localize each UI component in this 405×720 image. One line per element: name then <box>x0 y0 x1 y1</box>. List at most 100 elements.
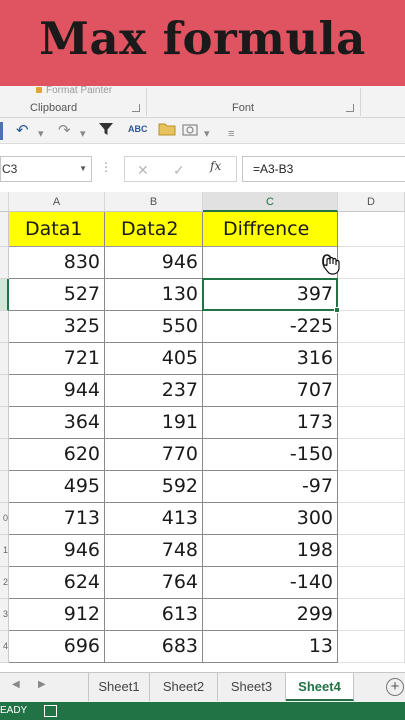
cell-b[interactable]: 613 <box>105 599 203 631</box>
cell-b[interactable]: 946 <box>105 247 203 279</box>
cell-a[interactable]: 527 <box>9 279 105 311</box>
formula-bar-grip-icon[interactable]: ⋮ <box>100 160 112 174</box>
next-sheet-icon[interactable]: ▶ <box>38 679 46 690</box>
enter-icon[interactable]: ✓ <box>173 162 185 179</box>
empty-cell[interactable] <box>338 471 405 503</box>
tab-sheet2[interactable]: Sheet2 <box>150 673 218 701</box>
format-painter-button[interactable]: Format Painter <box>36 85 112 96</box>
row-header[interactable] <box>0 311 9 343</box>
cell-b[interactable]: 405 <box>105 343 203 375</box>
empty-cell[interactable] <box>338 407 405 439</box>
empty-cell[interactable] <box>338 503 405 535</box>
empty-cell[interactable] <box>338 599 405 631</box>
cell-c[interactable]: 299 <box>203 599 338 631</box>
empty-cell[interactable] <box>338 375 405 407</box>
cell-c[interactable]: 173 <box>203 407 338 439</box>
formula-input[interactable]: =A3-B3 <box>242 156 405 182</box>
cell-b[interactable]: 237 <box>105 375 203 407</box>
undo-icon[interactable]: ↶ <box>16 121 29 141</box>
cell-c[interactable]: -150 <box>203 439 338 471</box>
column-header-d[interactable]: D <box>338 192 405 212</box>
cell-b[interactable]: 130 <box>105 279 203 311</box>
empty-cell[interactable] <box>338 567 405 599</box>
header-cell-data2[interactable]: Data2 <box>105 212 203 247</box>
cell-a[interactable]: 624 <box>9 567 105 599</box>
cell-b[interactable]: 764 <box>105 567 203 599</box>
cell-a[interactable]: 944 <box>9 375 105 407</box>
row-header[interactable]: 3 <box>0 599 9 631</box>
cell-c[interactable]: 198 <box>203 535 338 567</box>
cell-c[interactable]: 0 <box>203 247 338 279</box>
cell-a[interactable]: 696 <box>9 631 105 663</box>
cell-c[interactable]: -97 <box>203 471 338 503</box>
name-box[interactable]: C3 ▼ <box>0 156 92 182</box>
row-header[interactable] <box>0 279 9 311</box>
cell-a[interactable]: 620 <box>9 439 105 471</box>
macro-recording-icon[interactable] <box>44 705 57 717</box>
select-all-corner[interactable] <box>0 192 9 212</box>
row-header[interactable]: 4 <box>0 631 9 663</box>
cell-c[interactable]: -140 <box>203 567 338 599</box>
cell-b[interactable]: 413 <box>105 503 203 535</box>
row-header[interactable] <box>0 471 9 503</box>
cell-b[interactable]: 191 <box>105 407 203 439</box>
empty-cell[interactable] <box>338 343 405 375</box>
cell-a[interactable]: 912 <box>9 599 105 631</box>
cell-b[interactable]: 550 <box>105 311 203 343</box>
row-header[interactable] <box>0 439 9 471</box>
filter-icon[interactable] <box>98 121 114 143</box>
empty-cell[interactable] <box>338 535 405 567</box>
row-header[interactable] <box>0 247 9 279</box>
row-header[interactable]: 2 <box>0 567 9 599</box>
empty-cell[interactable] <box>338 247 405 279</box>
tab-sheet4[interactable]: Sheet4 <box>286 673 354 701</box>
cell-a[interactable]: 364 <box>9 407 105 439</box>
open-folder-icon[interactable] <box>158 121 176 143</box>
cell-c[interactable]: 13 <box>203 631 338 663</box>
cell-a[interactable]: 830 <box>9 247 105 279</box>
worksheet-grid[interactable]: A B C D Data1 Data2 Diffrence 830 946 0 … <box>0 192 405 672</box>
row-header[interactable]: 1 <box>0 535 9 567</box>
prev-sheet-icon[interactable]: ◀ <box>12 679 20 690</box>
undo-dropdown-icon[interactable]: ▾ <box>38 124 44 144</box>
header-cell-data1[interactable]: Data1 <box>9 212 105 247</box>
cell-b[interactable]: 683 <box>105 631 203 663</box>
chevron-down-icon[interactable]: ▼ <box>79 164 87 173</box>
cell-a[interactable]: 325 <box>9 311 105 343</box>
column-header-c[interactable]: C <box>203 192 338 212</box>
cell-b[interactable]: 748 <box>105 535 203 567</box>
cell-c[interactable]: 707 <box>203 375 338 407</box>
header-cell-difference[interactable]: Diffrence <box>203 212 338 247</box>
empty-cell[interactable] <box>338 631 405 663</box>
customize-qat-icon[interactable]: ≡ <box>228 124 234 144</box>
empty-cell[interactable] <box>338 279 405 311</box>
row-header[interactable] <box>0 407 9 439</box>
row-header[interactable] <box>0 375 9 407</box>
cell-b[interactable]: 592 <box>105 471 203 503</box>
camera-icon[interactable] <box>182 121 202 143</box>
font-dialog-launcher-icon[interactable] <box>346 104 354 112</box>
tab-sheet1[interactable]: Sheet1 <box>88 673 150 701</box>
add-sheet-icon[interactable]: + <box>386 678 404 696</box>
cell-a[interactable]: 946 <box>9 535 105 567</box>
cell-b[interactable]: 770 <box>105 439 203 471</box>
cell-c-active[interactable]: 397 <box>203 279 338 311</box>
row-header[interactable]: 0 <box>0 503 9 535</box>
cell-a[interactable]: 495 <box>9 471 105 503</box>
empty-cell[interactable] <box>338 439 405 471</box>
cell-c[interactable]: 300 <box>203 503 338 535</box>
empty-cell[interactable] <box>338 212 405 247</box>
tab-sheet3[interactable]: Sheet3 <box>218 673 286 701</box>
cell-a[interactable]: 721 <box>9 343 105 375</box>
redo-dropdown-icon[interactable]: ▾ <box>80 124 86 144</box>
row-header[interactable] <box>0 343 9 375</box>
column-header-a[interactable]: A <box>9 192 105 212</box>
spelling-icon[interactable]: ABC <box>128 119 148 139</box>
column-header-b[interactable]: B <box>105 192 203 212</box>
clipboard-dialog-launcher-icon[interactable] <box>132 104 140 112</box>
empty-cell[interactable] <box>338 311 405 343</box>
cell-c[interactable]: 316 <box>203 343 338 375</box>
cell-c[interactable]: -225 <box>203 311 338 343</box>
redo-icon[interactable]: ↷ <box>58 121 71 141</box>
row-header[interactable] <box>0 212 9 247</box>
